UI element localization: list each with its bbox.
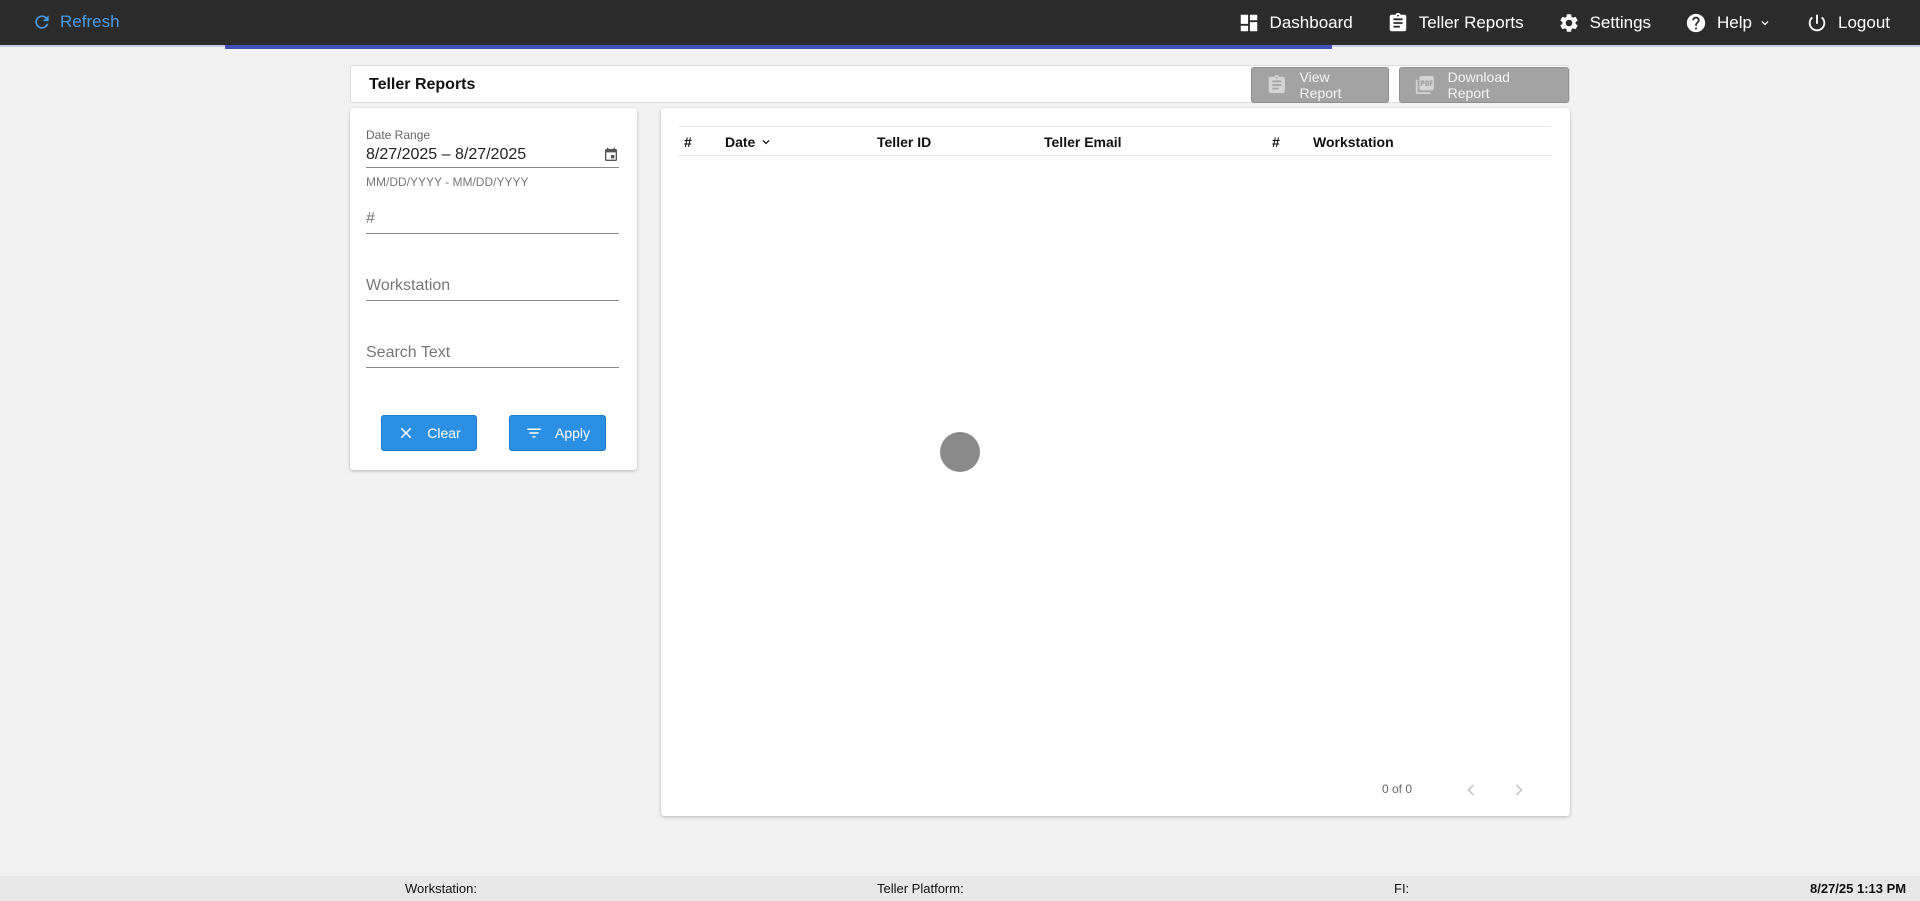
nav-teller-reports-label: Teller Reports	[1418, 12, 1524, 32]
column-number-2[interactable]: #	[1272, 134, 1280, 150]
nav-teller-reports[interactable]: Teller Reports	[1387, 12, 1524, 34]
column-teller-id-label: Teller ID	[877, 134, 932, 150]
nav-settings-label: Settings	[1589, 12, 1652, 32]
close-icon	[401, 427, 412, 439]
column-teller-email-label: Teller Email	[1044, 134, 1122, 150]
refresh-button[interactable]: Refresh	[32, 12, 120, 32]
workstation-field[interactable]	[366, 273, 619, 301]
date-range-value: 8/27/2025 – 8/27/2025	[366, 145, 527, 163]
loading-progress-bar	[225, 45, 1332, 49]
table-header: # Date Teller ID Teller Email # Workstat…	[679, 126, 1551, 156]
search-text-field[interactable]	[366, 340, 619, 368]
nav-logout[interactable]: Logout	[1806, 12, 1890, 34]
nav-dashboard[interactable]: Dashboard	[1238, 12, 1353, 34]
chevron-left-icon	[1467, 784, 1475, 796]
filter-panel: Date Range 8/27/2025 – 8/27/2025 MM/DD/Y…	[350, 108, 637, 470]
footer-datetime: 8/27/25 1:13 PM	[1810, 881, 1907, 896]
gear-icon	[1560, 13, 1578, 32]
number-input[interactable]	[366, 210, 619, 228]
nav-settings[interactable]: Settings	[1558, 12, 1651, 34]
pdf-icon	[1415, 75, 1434, 95]
search-text-input[interactable]	[366, 344, 619, 362]
column-teller-id[interactable]: Teller ID	[877, 134, 931, 150]
refresh-label: Refresh	[60, 12, 120, 31]
main-nav: Dashboard Teller Reports Settings Help L…	[1238, 0, 1890, 45]
status-footer: Workstation: Teller Platform: FI: 8/27/2…	[0, 876, 1920, 901]
column-teller-email[interactable]: Teller Email	[1044, 134, 1122, 150]
filter-icon	[527, 428, 541, 438]
clear-button[interactable]: Clear	[381, 415, 477, 451]
column-number-2-label: #	[1272, 134, 1280, 150]
nav-dashboard-label: Dashboard	[1269, 12, 1353, 32]
footer-workstation: Workstation:	[405, 881, 478, 896]
power-icon	[1808, 14, 1826, 31]
apply-label: Apply	[554, 425, 591, 441]
download-report-button[interactable]: Download Report	[1399, 67, 1569, 103]
number-field[interactable]	[366, 206, 619, 234]
clipboard-icon	[1268, 75, 1285, 94]
pagination: 0 of 0	[661, 780, 1570, 800]
nav-help[interactable]: Help	[1685, 12, 1772, 34]
dashboard-icon	[1240, 14, 1257, 31]
page-title: Teller Reports	[369, 76, 476, 93]
workstation-input[interactable]	[366, 277, 619, 295]
help-icon	[1686, 13, 1706, 32]
column-number-label: #	[684, 134, 692, 150]
chevron-down-icon	[1761, 20, 1769, 25]
clear-label: Clear	[427, 425, 461, 441]
refresh-icon	[35, 15, 49, 29]
top-nav-bar: Refresh Dashboard Teller Reports Setting…	[0, 0, 1920, 49]
clipboard-icon	[1389, 12, 1406, 31]
column-workstation[interactable]: Workstation	[1313, 134, 1394, 150]
next-page-button[interactable]	[1509, 780, 1529, 800]
column-date-label: Date	[725, 134, 756, 150]
pagination-count: 0 of 0	[1382, 782, 1413, 796]
download-report-label: Download Report	[1447, 69, 1510, 101]
page-header: Teller Reports View Report Download Repo…	[350, 65, 1570, 103]
calendar-icon[interactable]	[603, 147, 619, 163]
sort-chevron-down-icon	[762, 140, 770, 145]
date-range-hint: MM/DD/YYYY - MM/DD/YYYY	[366, 175, 529, 189]
nav-logout-label: Logout	[1838, 12, 1890, 32]
column-date[interactable]: Date	[725, 134, 773, 150]
date-range-input[interactable]: 8/27/2025 – 8/27/2025	[366, 142, 619, 168]
column-number[interactable]: #	[684, 134, 692, 150]
date-range-field[interactable]: Date Range 8/27/2025 – 8/27/2025 MM/DD/Y…	[366, 128, 619, 189]
view-report-button[interactable]: View Report	[1251, 67, 1389, 103]
apply-button[interactable]: Apply	[509, 415, 606, 451]
date-range-label: Date Range	[366, 128, 431, 142]
loading-spinner	[940, 432, 980, 472]
previous-page-button[interactable]	[1461, 780, 1481, 800]
column-workstation-label: Workstation	[1313, 134, 1394, 150]
results-panel: # Date Teller ID Teller Email # Workstat…	[661, 108, 1570, 816]
chevron-right-icon	[1515, 784, 1523, 796]
footer-teller-platform: Teller Platform:	[877, 881, 964, 896]
footer-fi: FI:	[1394, 881, 1410, 896]
view-report-label: View Report	[1299, 69, 1342, 101]
nav-help-label: Help	[1717, 12, 1752, 32]
